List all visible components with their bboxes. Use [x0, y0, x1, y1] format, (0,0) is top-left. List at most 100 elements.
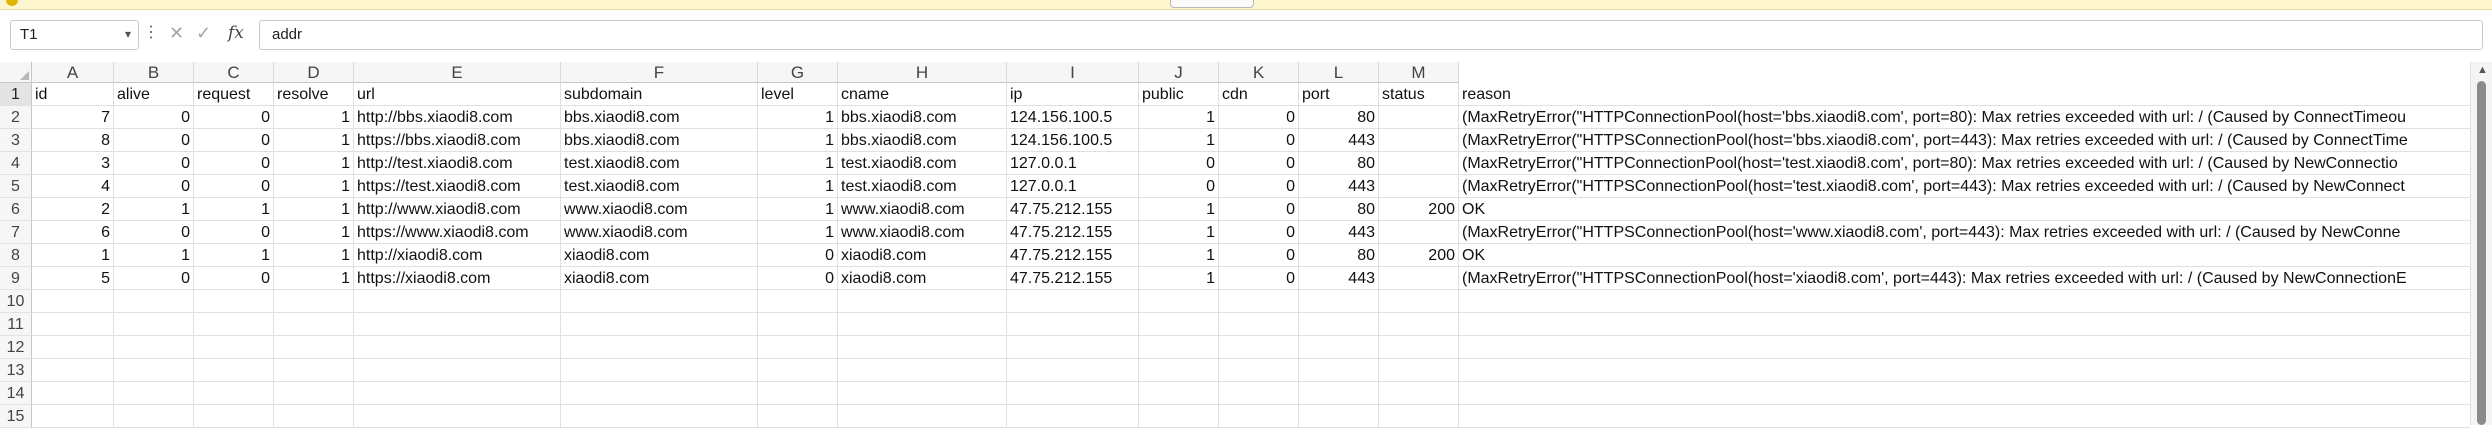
table-cell[interactable] [758, 313, 838, 336]
table-cell[interactable] [1219, 336, 1299, 359]
table-cell[interactable] [838, 382, 1007, 405]
table-cell[interactable] [1007, 313, 1139, 336]
column-header-c[interactable]: C [194, 62, 274, 83]
table-cell[interactable] [32, 382, 114, 405]
table-cell[interactable]: 0 [1139, 152, 1219, 175]
row-header-11[interactable]: 11 [0, 313, 32, 336]
table-cell[interactable]: 1 [274, 106, 354, 129]
table-cell[interactable] [1139, 313, 1219, 336]
table-cell[interactable]: 80 [1299, 198, 1379, 221]
table-cell[interactable] [274, 290, 354, 313]
table-cell[interactable]: 1 [758, 106, 838, 129]
table-cell[interactable]: 0 [1219, 244, 1299, 267]
table-cell[interactable]: xiaodi8.com [561, 244, 758, 267]
table-cell[interactable]: xiaodi8.com [838, 267, 1007, 290]
table-cell[interactable] [1459, 313, 2470, 336]
table-cell[interactable] [1379, 175, 1459, 198]
table-cell[interactable] [1139, 359, 1219, 382]
table-cell[interactable]: bbs.xiaodi8.com [838, 106, 1007, 129]
table-cell[interactable]: 1 [274, 198, 354, 221]
table-cell[interactable] [274, 359, 354, 382]
table-cell[interactable]: 1 [114, 244, 194, 267]
table-cell[interactable]: 1 [758, 175, 838, 198]
table-cell[interactable]: 80 [1299, 244, 1379, 267]
table-cell[interactable]: test.xiaodi8.com [838, 152, 1007, 175]
chevron-down-icon[interactable]: ▾ [125, 27, 131, 41]
table-cell[interactable] [194, 313, 274, 336]
table-cell[interactable] [354, 313, 561, 336]
table-cell[interactable]: (MaxRetryError("HTTPConnectionPool(host=… [1459, 106, 2470, 129]
table-cell[interactable] [1219, 382, 1299, 405]
table-cell[interactable] [1299, 336, 1379, 359]
table-cell[interactable] [114, 336, 194, 359]
table-cell[interactable]: (MaxRetryError("HTTPConnectionPool(host=… [1459, 152, 2470, 175]
table-cell[interactable]: 1 [1139, 106, 1219, 129]
table-cell[interactable]: 0 [194, 129, 274, 152]
table-cell[interactable]: 0 [1219, 267, 1299, 290]
table-cell[interactable]: 1 [1139, 129, 1219, 152]
table-cell[interactable] [1459, 382, 2470, 405]
column-header-i[interactable]: I [1007, 62, 1139, 83]
table-cell[interactable]: 1 [758, 198, 838, 221]
table-cell[interactable] [32, 359, 114, 382]
row-header-1[interactable]: 1 [0, 83, 32, 106]
select-all-button[interactable] [0, 62, 32, 83]
table-cell[interactable]: OK [1459, 198, 2470, 221]
table-cell[interactable] [1379, 359, 1459, 382]
table-cell[interactable] [561, 313, 758, 336]
table-cell[interactable]: (MaxRetryError("HTTPSConnectionPool(host… [1459, 221, 2470, 244]
table-cell[interactable] [194, 382, 274, 405]
table-cell[interactable]: 47.75.212.155 [1007, 244, 1139, 267]
table-cell[interactable]: 0 [1219, 129, 1299, 152]
row-header-6[interactable]: 6 [0, 198, 32, 221]
table-cell[interactable]: 0 [1219, 175, 1299, 198]
table-cell[interactable] [354, 290, 561, 313]
table-cell[interactable]: xiaodi8.com [838, 244, 1007, 267]
table-cell[interactable]: xiaodi8.com [561, 267, 758, 290]
column-header-b[interactable]: B [114, 62, 194, 83]
table-cell[interactable] [194, 336, 274, 359]
table-cell[interactable]: 0 [1139, 175, 1219, 198]
table-cell[interactable]: 47.75.212.155 [1007, 221, 1139, 244]
table-cell[interactable]: 4 [32, 175, 114, 198]
table-cell[interactable] [274, 336, 354, 359]
table-cell[interactable]: 1 [274, 221, 354, 244]
table-cell[interactable]: https://xiaodi8.com [354, 267, 561, 290]
table-cell[interactable]: 124.156.100.5 [1007, 106, 1139, 129]
table-cell[interactable]: https://test.xiaodi8.com [354, 175, 561, 198]
formula-input[interactable]: addr [259, 20, 2483, 50]
row-header-7[interactable]: 7 [0, 221, 32, 244]
table-cell[interactable] [1007, 336, 1139, 359]
table-cell[interactable]: http://test.xiaodi8.com [354, 152, 561, 175]
table-cell[interactable]: 0 [114, 152, 194, 175]
row-header-13[interactable]: 13 [0, 359, 32, 382]
table-cell[interactable]: http://bbs.xiaodi8.com [354, 106, 561, 129]
table-cell[interactable]: 443 [1299, 267, 1379, 290]
table-cell[interactable]: 0 [114, 175, 194, 198]
column-header-a[interactable]: A [32, 62, 114, 83]
column-header-m[interactable]: M [1379, 62, 1459, 83]
header-cell[interactable]: cname [838, 83, 1007, 106]
table-cell[interactable]: (MaxRetryError("HTTPSConnectionPool(host… [1459, 129, 2470, 152]
table-cell[interactable]: 200 [1379, 244, 1459, 267]
table-cell[interactable] [354, 359, 561, 382]
header-cell[interactable]: level [758, 83, 838, 106]
table-cell[interactable] [561, 382, 758, 405]
table-cell[interactable] [758, 359, 838, 382]
header-cell[interactable]: resolve [274, 83, 354, 106]
table-cell[interactable]: http://xiaodi8.com [354, 244, 561, 267]
table-cell[interactable]: 127.0.0.1 [1007, 152, 1139, 175]
table-cell[interactable] [1379, 313, 1459, 336]
table-cell[interactable]: https://bbs.xiaodi8.com [354, 129, 561, 152]
table-cell[interactable]: http://www.xiaodi8.com [354, 198, 561, 221]
table-cell[interactable]: 5 [32, 267, 114, 290]
table-cell[interactable]: 0 [1219, 152, 1299, 175]
table-cell[interactable] [32, 290, 114, 313]
table-cell[interactable]: 0 [114, 129, 194, 152]
table-cell[interactable] [1007, 359, 1139, 382]
header-cell[interactable]: alive [114, 83, 194, 106]
table-cell[interactable] [1007, 382, 1139, 405]
table-cell[interactable] [32, 313, 114, 336]
row-header-8[interactable]: 8 [0, 244, 32, 267]
row-header-4[interactable]: 4 [0, 152, 32, 175]
